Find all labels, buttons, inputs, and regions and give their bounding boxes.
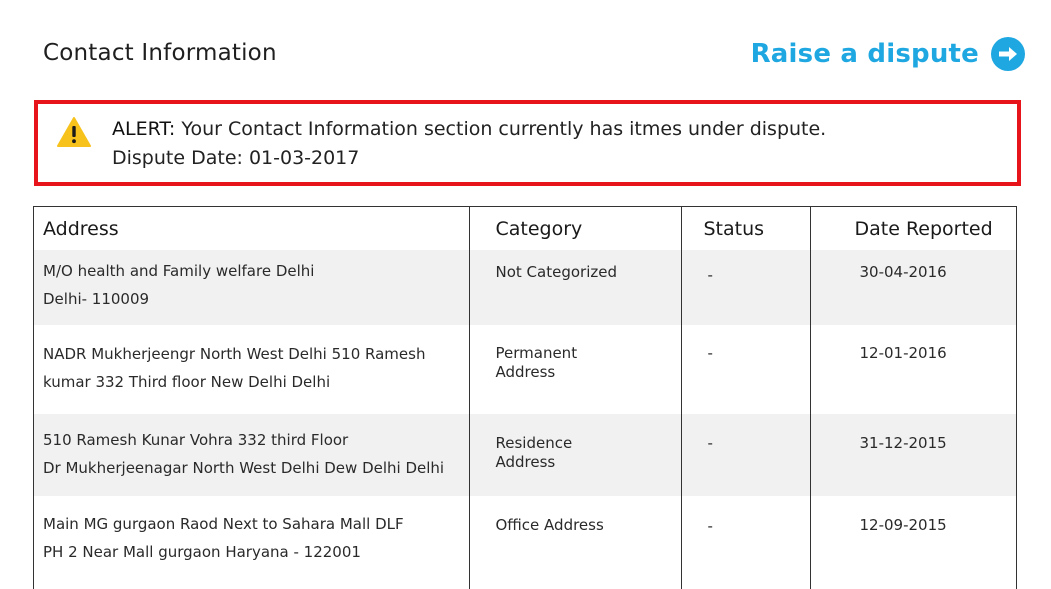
category-line: Address <box>495 363 556 381</box>
column-header-status: Status <box>681 207 811 250</box>
address-cell: M/O health and Family welfare Delhi Delh… <box>34 250 470 325</box>
status-cell: - <box>681 496 811 589</box>
status-cell: - <box>681 414 811 496</box>
address-line: Delhi- 110009 <box>43 290 150 308</box>
category-line: Residence <box>495 434 573 452</box>
address-line: 510 Ramesh Kunar Vohra 332 third Floor <box>43 431 349 449</box>
date-reported-cell: 12-09-2015 <box>859 516 947 534</box>
category-line: Address <box>495 453 556 471</box>
table-header-row: Address Category Status Date Reported <box>34 207 1016 250</box>
category-cell: Permanent Address <box>469 325 682 414</box>
contact-table: Address Category Status Date Reported M/… <box>33 206 1017 589</box>
address-line: Main MG gurgaon Raod Next to Sahara Mall… <box>43 515 404 533</box>
status-cell: - <box>681 250 811 325</box>
column-header-address: Address <box>34 207 470 250</box>
category-cell: Not Categorized <box>469 250 682 325</box>
arrow-right-circle-icon <box>991 37 1025 71</box>
category-cell: Residence Address <box>469 414 682 496</box>
alert-text: ALERT: Your Contact Information section … <box>112 115 826 173</box>
date-reported-cell: 30-04-2016 <box>810 250 1016 325</box>
page-title: Contact Information <box>43 40 277 66</box>
column-header-category: Category <box>469 207 682 250</box>
address-line: PH 2 Near Mall gurgaon Haryana - 122001 <box>43 543 361 561</box>
date-reported-cell: 31-12-2015 <box>810 414 1016 496</box>
category-line: Not Categorized <box>495 263 617 281</box>
raise-dispute-label: Raise a dispute <box>750 39 979 69</box>
category-cell: Office Address <box>469 496 682 589</box>
address-line: NADR Mukherjeengr North West Delhi 510 R… <box>43 345 426 363</box>
category-line: Permanent <box>495 344 578 362</box>
table-row: Main MG gurgaon Raod Next to Sahara Mall… <box>34 496 1016 589</box>
raise-dispute-link[interactable]: Raise a dispute <box>751 37 1025 71</box>
address-line: Dr Mukherjeenagar North West Delhi Dew D… <box>43 459 445 477</box>
dispute-alert: ALERT: Your Contact Information section … <box>34 100 1021 186</box>
address-cell: 510 Ramesh Kunar Vohra 332 third Floor D… <box>34 414 470 496</box>
address-cell: NADR Mukherjeengr North West Delhi 510 R… <box>34 325 470 414</box>
date-reported-cell: 12-01-2016 <box>859 344 947 362</box>
status-cell: - <box>681 325 811 414</box>
alert-dispute-date: Dispute Date: 01-03-2017 <box>112 147 360 169</box>
alert-prefix: ALERT: <box>112 118 176 140</box>
address-line: M/O health and Family welfare Delhi <box>43 262 315 280</box>
address-cell: Main MG gurgaon Raod Next to Sahara Mall… <box>34 496 470 589</box>
alert-message: Your Contact Information section current… <box>181 118 827 140</box>
category-line: Office Address <box>495 516 604 534</box>
column-header-date-reported: Date Reported <box>854 218 993 240</box>
table-row: NADR Mukherjeengr North West Delhi 510 R… <box>34 325 1016 414</box>
warning-icon <box>57 117 91 147</box>
address-line: kumar 332 Third floor New Delhi Delhi <box>43 373 331 391</box>
table-row: M/O health and Family welfare Delhi Delh… <box>34 250 1016 325</box>
table-row: 510 Ramesh Kunar Vohra 332 third Floor D… <box>34 414 1016 496</box>
